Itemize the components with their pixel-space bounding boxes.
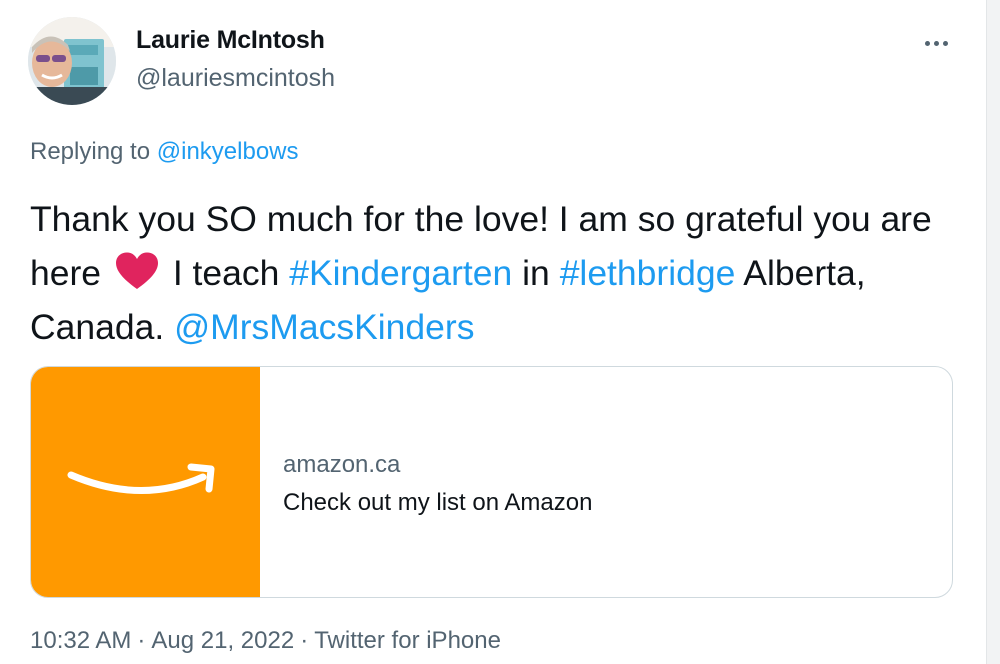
window-edge xyxy=(986,0,1000,664)
replying-to-label: Replying to xyxy=(30,138,151,165)
card-domain: amazon.ca xyxy=(283,451,401,478)
author-handle[interactable]: @lauriesmcintosh xyxy=(136,64,335,93)
card-title: Check out my list on Amazon xyxy=(283,489,593,516)
tweet: Laurie McIntosh @lauriesmcintosh Replyin… xyxy=(0,0,1000,664)
tweet-text: Thank you SO much for the love! I am so … xyxy=(30,192,960,354)
mention-link[interactable]: @MrsMacsKinders xyxy=(174,307,474,347)
more-dots-icon xyxy=(933,40,939,46)
meta-separator: · xyxy=(137,627,146,654)
hashtag-link[interactable]: #lethbridge xyxy=(560,253,736,293)
tweet-text-part: in xyxy=(522,253,550,293)
tweet-text-part: I teach xyxy=(172,253,280,293)
amazon-smile-icon xyxy=(67,463,215,494)
more-dots-icon xyxy=(924,40,930,46)
tweet-metadata: 10:32 AM · Aug 21, 2022 · Twitter for iPhone xyxy=(30,627,501,655)
heart-icon xyxy=(115,252,158,289)
link-preview-card[interactable]: amazon.ca Check out my list on Amazon xyxy=(30,366,953,598)
more-dots-icon xyxy=(942,40,948,46)
tweet-time[interactable]: 10:32 AM xyxy=(30,627,131,654)
tweet-date[interactable]: Aug 21, 2022 xyxy=(151,627,294,654)
hashtag-link[interactable]: #Kindergarten xyxy=(289,253,512,293)
reply-mention-link[interactable]: @inkyelbows xyxy=(157,138,299,165)
avatar-image xyxy=(28,17,116,105)
replying-to: Replying to @inkyelbows xyxy=(30,138,299,166)
more-options-button[interactable] xyxy=(914,28,958,58)
author-name[interactable]: Laurie McIntosh xyxy=(136,26,325,55)
card-image xyxy=(31,367,260,597)
avatar[interactable] xyxy=(28,17,116,105)
tweet-source[interactable]: Twitter for iPhone xyxy=(314,627,501,654)
meta-separator: · xyxy=(300,627,309,654)
